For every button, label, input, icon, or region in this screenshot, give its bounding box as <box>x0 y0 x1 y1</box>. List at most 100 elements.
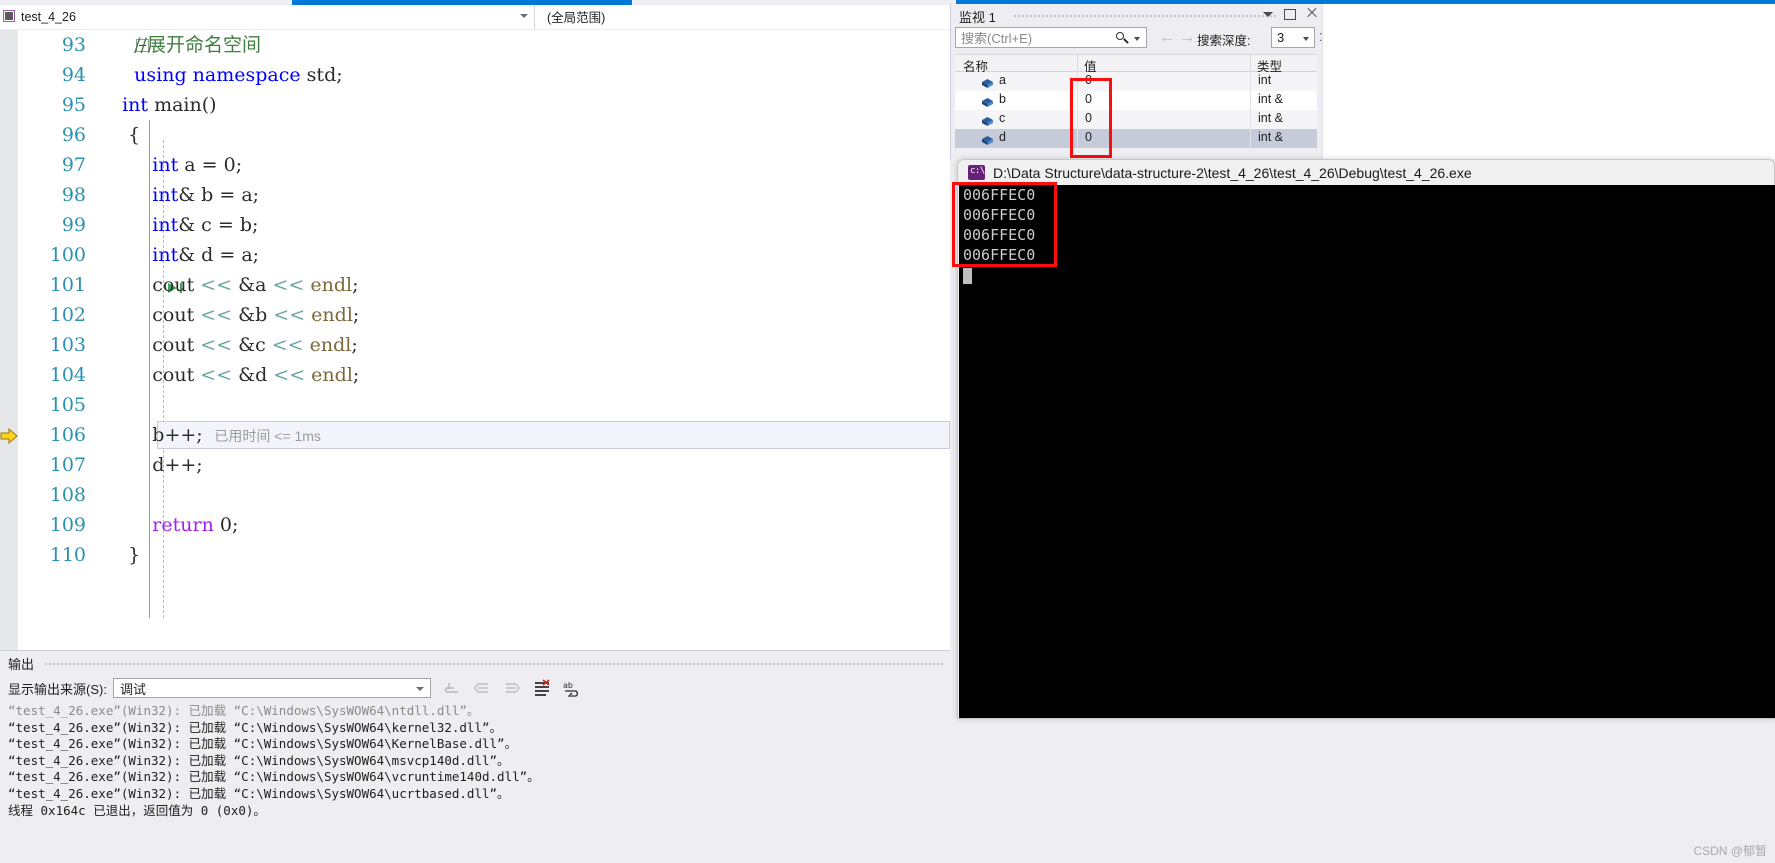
chevron-down-icon[interactable] <box>1303 37 1309 41</box>
maximize-icon[interactable] <box>1283 6 1296 20</box>
output-title: 输出 <box>8 657 35 672</box>
project-selector[interactable]: test_4_26 <box>0 4 535 29</box>
chevron-down-icon[interactable] <box>520 13 528 18</box>
code-line[interactable]: 93 //展开命名空间 <box>0 30 950 60</box>
code-editor[interactable]: 93 //展开命名空间 94 using namespace std; 95 int… <box>0 30 950 650</box>
output-log-line: “test_4_26.exe”(Win32): 已加载 “C:\Windows\… <box>8 769 540 785</box>
watch-row[interactable]: d 0 int & <box>955 129 1317 148</box>
code-line[interactable]: 102 cout << &b << endl; <box>0 300 950 330</box>
line-number: 95 <box>61 94 86 116</box>
go-to-previous-message-icon[interactable] <box>473 679 491 697</box>
search-next-icon[interactable]: → <box>1179 30 1195 46</box>
output-pane: 输出 显示输出来源(S): 调试 ab “test_4_26.exe”(Win3… <box>0 650 950 863</box>
output-toolbar: 显示输出来源(S): 调试 ab <box>0 675 950 701</box>
code-line[interactable]: 96 { <box>0 120 950 150</box>
code-text: using namespace std; <box>134 64 343 86</box>
console-title-bar[interactable]: c:\ D:\Data Structure\data-structure-2\t… <box>958 160 1774 185</box>
variable-type: int <box>1258 73 1272 87</box>
variable-icon <box>981 114 994 126</box>
code-text: int main() <box>122 94 217 116</box>
code-line[interactable]: 108 <box>0 480 950 510</box>
chevron-down-icon[interactable] <box>1261 6 1274 20</box>
code-line[interactable]: 105 <box>0 390 950 420</box>
output-log[interactable]: “test_4_26.exe”(Win32): 已加载 “C:\Windows\… <box>0 703 950 863</box>
watch-row[interactable]: b 0 int & <box>955 91 1317 110</box>
search-input[interactable]: 搜索(Ctrl+E) <box>955 27 1147 48</box>
chevron-down-icon[interactable] <box>415 687 424 691</box>
code-line[interactable]: 97 int a = 0; <box>0 150 950 180</box>
variable-name: b <box>999 92 1006 106</box>
output-log-line: “test_4_26.exe”(Win32): 已加载 “C:\Windows\… <box>8 736 518 752</box>
variable-icon <box>981 95 994 107</box>
output-log-line: 线程 0x164c 已退出，返回值为 0 (0x0)。 <box>8 802 266 818</box>
output-log-line: “test_4_26.exe”(Win32): 已加载 “C:\Windows\… <box>8 719 503 735</box>
console-output[interactable]: 006FFEC0 006FFEC0 006FFEC0 006FFEC0 <box>959 185 1775 718</box>
output-source-value: 调试 <box>119 681 146 697</box>
watch-window: 监视 1 搜索(Ctrl+E) ← → 搜索深度: 3 ⁚⁚ <box>950 4 1326 159</box>
search-options-chevron-icon[interactable] <box>1134 37 1140 41</box>
line-number: 109 <box>49 514 86 536</box>
find-message-icon[interactable] <box>443 679 461 697</box>
console-title-text: D:\Data Structure\data-structure-2\test_… <box>993 164 1472 181</box>
variable-value[interactable]: 0 <box>1085 73 1092 87</box>
variable-name: a <box>999 73 1006 87</box>
code-line[interactable]: 100 int& d = a; <box>0 240 950 270</box>
code-line[interactable]: 95 int main() <box>0 90 950 120</box>
code-line[interactable]: 109 return 0; <box>0 510 950 540</box>
console-line: 006FFEC0 <box>963 226 1036 244</box>
project-icon <box>2 9 17 24</box>
variable-name: c <box>999 111 1006 125</box>
search-depth-label: 搜索深度: <box>1197 34 1251 48</box>
line-number: 105 <box>49 394 86 416</box>
search-previous-icon[interactable]: ← <box>1159 30 1175 46</box>
toggle-word-wrap-icon[interactable]: ab <box>563 679 581 700</box>
code-text: int& c = b; <box>152 214 259 236</box>
variable-type: int & <box>1258 130 1284 144</box>
code-text: cout << &d << endl; <box>110 364 360 386</box>
clear-all-icon[interactable] <box>533 679 551 697</box>
code-line[interactable]: 94 using namespace std; <box>0 60 950 90</box>
svg-text:ab: ab <box>563 681 573 690</box>
code-line[interactable]: 101 cout << &a << endl; <box>0 270 950 300</box>
code-line[interactable]: 110 } <box>0 540 950 570</box>
watch-row[interactable]: c 0 int & <box>955 110 1317 129</box>
output-source-combo[interactable]: 调试 <box>112 678 431 698</box>
scope-label: (全局范围) <box>547 11 606 25</box>
search-placeholder: 搜索(Ctrl+E) <box>961 31 1033 46</box>
variable-type: int & <box>1258 111 1284 125</box>
line-number: 104 <box>49 364 86 386</box>
code-line[interactable]: 107 d++; <box>0 450 950 480</box>
line-number: 108 <box>49 484 86 506</box>
watch-row[interactable]: a 0 int <box>955 72 1317 91</box>
code-lines-container: 93 //展开命名空间 94 using namespace std; 95 int… <box>0 30 950 570</box>
variable-value[interactable]: 0 <box>1085 92 1092 106</box>
line-number: 107 <box>49 454 86 476</box>
variable-value[interactable]: 0 <box>1085 130 1092 144</box>
close-icon[interactable] <box>1305 6 1318 20</box>
code-line[interactable]: 98 int& b = a; <box>0 180 950 210</box>
watch-title-row: 监视 1 <box>951 4 1322 26</box>
search-icon[interactable] <box>1116 32 1129 45</box>
scope-selector[interactable]: (全局范围) <box>535 4 950 29</box>
right-blank-area <box>1322 4 1775 159</box>
output-title-row: 输出 <box>0 651 950 675</box>
console-line: 006FFEC0 <box>963 206 1036 224</box>
code-text: b++; 已用时间 <= 1ms <box>110 424 321 446</box>
code-line[interactable]: 106 b++; 已用时间 <= 1ms <box>0 420 950 450</box>
code-text: //展开命名空间 <box>110 34 261 56</box>
console-window[interactable]: c:\ D:\Data Structure\data-structure-2\t… <box>957 159 1775 719</box>
code-text: int a = 0; <box>152 154 243 176</box>
code-text: int& d = a; <box>152 244 260 266</box>
watch-toolbar: 搜索(Ctrl+E) ← → 搜索深度: 3 ⁚⁚ <box>951 26 1326 50</box>
search-depth-combo[interactable]: 3 <box>1271 27 1315 48</box>
code-line[interactable]: 104 cout << &d << endl; <box>0 360 950 390</box>
line-number: 101 <box>49 274 86 296</box>
go-to-next-message-icon[interactable] <box>503 679 521 697</box>
mid-blank-area <box>950 159 957 719</box>
output-log-line: “test_4_26.exe”(Win32): 已加载 “C:\Windows\… <box>8 703 480 718</box>
code-text: cout << &b << endl; <box>110 304 360 326</box>
code-text: cout << &c << endl; <box>110 334 358 356</box>
variable-value[interactable]: 0 <box>1085 111 1092 125</box>
code-line[interactable]: 103 cout << &c << endl; <box>0 330 950 360</box>
code-line[interactable]: 99 int& c = b; <box>0 210 950 240</box>
